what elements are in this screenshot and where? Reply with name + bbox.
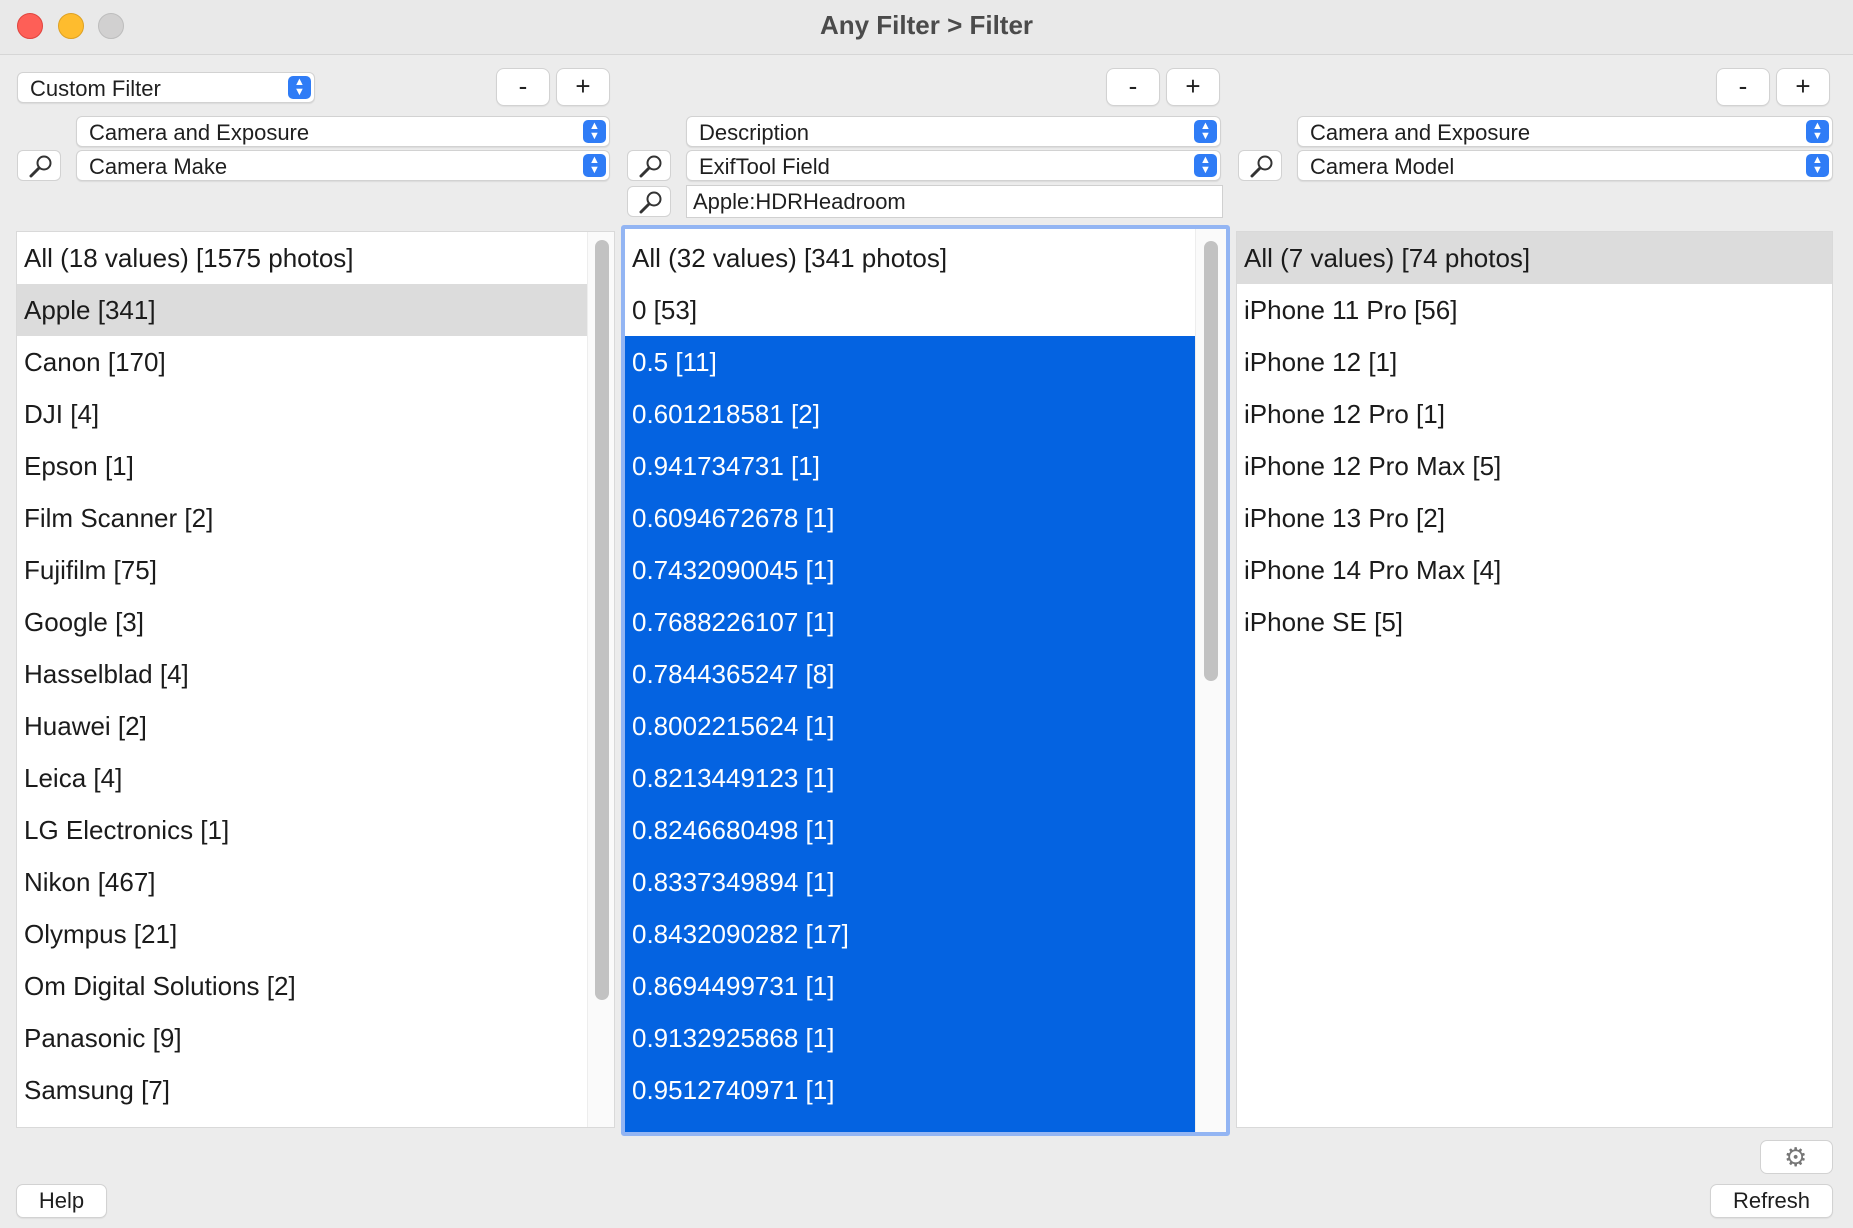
camera-make-scrollbar[interactable] xyxy=(587,232,614,1127)
chevron-updown-icon: ▲ ▼ xyxy=(1806,120,1829,143)
column-2-value-search-button[interactable] xyxy=(627,186,671,217)
list-item-selected[interactable]: 0.8002215624 [1] xyxy=(625,700,1226,752)
remove-column-3-button[interactable]: - xyxy=(1716,68,1770,106)
help-button[interactable]: Help xyxy=(16,1184,107,1218)
search-icon xyxy=(29,155,52,178)
filter-type-popup[interactable]: Custom Filter ▲ ▼ xyxy=(17,72,315,103)
list-item-selected[interactable]: 0.7844365247 [8] xyxy=(625,648,1226,700)
column-1-field-popup[interactable]: Camera Make ▲ ▼ xyxy=(76,150,610,181)
list-item-highlighted[interactable]: All (7 values) [74 photos] xyxy=(1237,232,1832,284)
list-item[interactable]: All (32 values) [341 photos] xyxy=(625,232,1226,284)
list-item[interactable]: DJI [4] xyxy=(17,388,614,440)
list-item-selected[interactable]: 0.7688226107 [1] xyxy=(625,596,1226,648)
list-item[interactable]: iPhone 13 Pro [2] xyxy=(1237,492,1832,544)
list-item-selected[interactable]: 0.9512740971 [1] xyxy=(625,1064,1226,1116)
column-3-category-popup[interactable]: Camera and Exposure ▲ ▼ xyxy=(1297,116,1833,147)
column-1-category-label: Camera and Exposure xyxy=(89,120,310,145)
search-icon xyxy=(639,155,662,178)
list-item[interactable]: Panasonic [9] xyxy=(17,1012,614,1064)
remove-column-2-button[interactable]: - xyxy=(1106,68,1160,106)
chevron-updown-icon: ▲ ▼ xyxy=(1806,154,1829,177)
remove-column-1-button[interactable]: - xyxy=(496,68,550,106)
list-item[interactable]: iPhone 12 Pro Max [5] xyxy=(1237,440,1832,492)
exiftool-field-input[interactable]: Apple:HDRHeadroom xyxy=(686,185,1223,218)
list-item[interactable]: iPhone 14 Pro Max [4] xyxy=(1237,544,1832,596)
title-bar: Any Filter > Filter xyxy=(0,0,1853,55)
column-3-search-button[interactable] xyxy=(1238,150,1282,181)
list-item[interactable]: 0 [53] xyxy=(625,284,1226,336)
list-item[interactable]: iPhone SE [5] xyxy=(1237,596,1832,648)
list-item[interactable]: Nikon [467] xyxy=(17,856,614,908)
list-item-selected[interactable]: 0.9132925868 [1] xyxy=(625,1012,1226,1064)
column-2-field-label: ExifTool Field xyxy=(699,154,830,179)
list-item-selected-partial[interactable] xyxy=(625,1116,1226,1132)
exiftool-values-scroll-thumb[interactable] xyxy=(1204,241,1218,681)
add-column-1-button[interactable]: + xyxy=(556,68,610,106)
settings-button[interactable]: ⚙ xyxy=(1760,1140,1833,1174)
list-item[interactable]: Google [3] xyxy=(17,596,614,648)
camera-make-list[interactable]: All (18 values) [1575 photos] Apple [341… xyxy=(16,231,615,1128)
list-item-selected[interactable]: 0.5 [11] xyxy=(625,336,1226,388)
chevron-updown-icon: ▲ ▼ xyxy=(288,76,311,99)
add-column-3-button[interactable]: + xyxy=(1776,68,1830,106)
exiftool-values-list[interactable]: All (32 values) [341 photos] 0 [53] 0.5 … xyxy=(621,225,1230,1136)
column-1-search-button[interactable] xyxy=(17,150,61,181)
list-item-selected[interactable]: 0.6094672678 [1] xyxy=(625,492,1226,544)
list-item[interactable]: Samsung [7] xyxy=(17,1064,614,1116)
list-item[interactable]: Epson [1] xyxy=(17,440,614,492)
list-item[interactable]: Fujifilm [75] xyxy=(17,544,614,596)
list-item[interactable]: iPhone 12 [1] xyxy=(1237,336,1832,388)
column-2-category-popup[interactable]: Description ▲ ▼ xyxy=(686,116,1221,147)
column-2-category-label: Description xyxy=(699,120,810,145)
list-item[interactable]: Film Scanner [2] xyxy=(17,492,614,544)
list-item[interactable]: Om Digital Solutions [2] xyxy=(17,960,614,1012)
gear-icon: ⚙ xyxy=(1784,1142,1808,1172)
chevron-updown-icon: ▲ ▼ xyxy=(583,120,606,143)
list-item-selected[interactable]: 0.8246680498 [1] xyxy=(625,804,1226,856)
list-item[interactable]: iPhone 11 Pro [56] xyxy=(1237,284,1832,336)
list-item[interactable]: Leica [4] xyxy=(17,752,614,804)
list-item-selected[interactable]: 0.8337349894 [1] xyxy=(625,856,1226,908)
column-2-search-button[interactable] xyxy=(627,150,671,181)
refresh-button[interactable]: Refresh xyxy=(1710,1184,1833,1218)
chevron-updown-icon: ▲ ▼ xyxy=(1194,154,1217,177)
column-1-field-label: Camera Make xyxy=(89,154,228,179)
list-item[interactable]: Olympus [21] xyxy=(17,908,614,960)
list-item-highlighted[interactable]: Apple [341] xyxy=(17,284,614,336)
list-item-selected[interactable]: 0.8213449123 [1] xyxy=(625,752,1226,804)
window-title: Any Filter > Filter xyxy=(819,10,1034,40)
search-icon xyxy=(639,191,662,214)
search-icon xyxy=(1250,155,1273,178)
list-item-selected[interactable]: 0.601218581 [2] xyxy=(625,388,1226,440)
column-1-category-popup[interactable]: Camera and Exposure ▲ ▼ xyxy=(76,116,610,147)
any-filter-window: Any Filter > Filter Custom Filter ▲ ▼ - +… xyxy=(0,0,1853,1228)
column-2-field-popup[interactable]: ExifTool Field ▲ ▼ xyxy=(686,150,1221,181)
camera-model-list[interactable]: All (7 values) [74 photos] iPhone 11 Pro… xyxy=(1236,231,1833,1128)
column-3-field-popup[interactable]: Camera Model ▲ ▼ xyxy=(1297,150,1833,181)
list-item[interactable]: All (18 values) [1575 photos] xyxy=(17,232,614,284)
filter-type-label: Custom Filter xyxy=(30,76,161,101)
list-item[interactable]: Canon [170] xyxy=(17,336,614,388)
list-item-selected[interactable]: 0.941734731 [1] xyxy=(625,440,1226,492)
list-item[interactable]: Hasselblad [4] xyxy=(17,648,614,700)
exiftool-values-scrollbar[interactable] xyxy=(1195,229,1226,1132)
list-item-selected[interactable]: 0.8432090282 [17] xyxy=(625,908,1226,960)
list-item-selected[interactable]: 0.8694499731 [1] xyxy=(625,960,1226,1012)
list-item[interactable]: LG Electronics [1] xyxy=(17,804,614,856)
list-item[interactable]: iPhone 12 Pro [1] xyxy=(1237,388,1832,440)
add-column-2-button[interactable]: + xyxy=(1166,68,1220,106)
list-item[interactable]: Huawei [2] xyxy=(17,700,614,752)
chevron-updown-icon: ▲ ▼ xyxy=(1194,120,1217,143)
column-3-category-label: Camera and Exposure xyxy=(1310,120,1531,145)
camera-make-scroll-thumb[interactable] xyxy=(595,240,609,1000)
list-item-selected[interactable]: 0.7432090045 [1] xyxy=(625,544,1226,596)
chevron-updown-icon: ▲ ▼ xyxy=(583,154,606,177)
column-3-field-label: Camera Model xyxy=(1310,154,1455,179)
